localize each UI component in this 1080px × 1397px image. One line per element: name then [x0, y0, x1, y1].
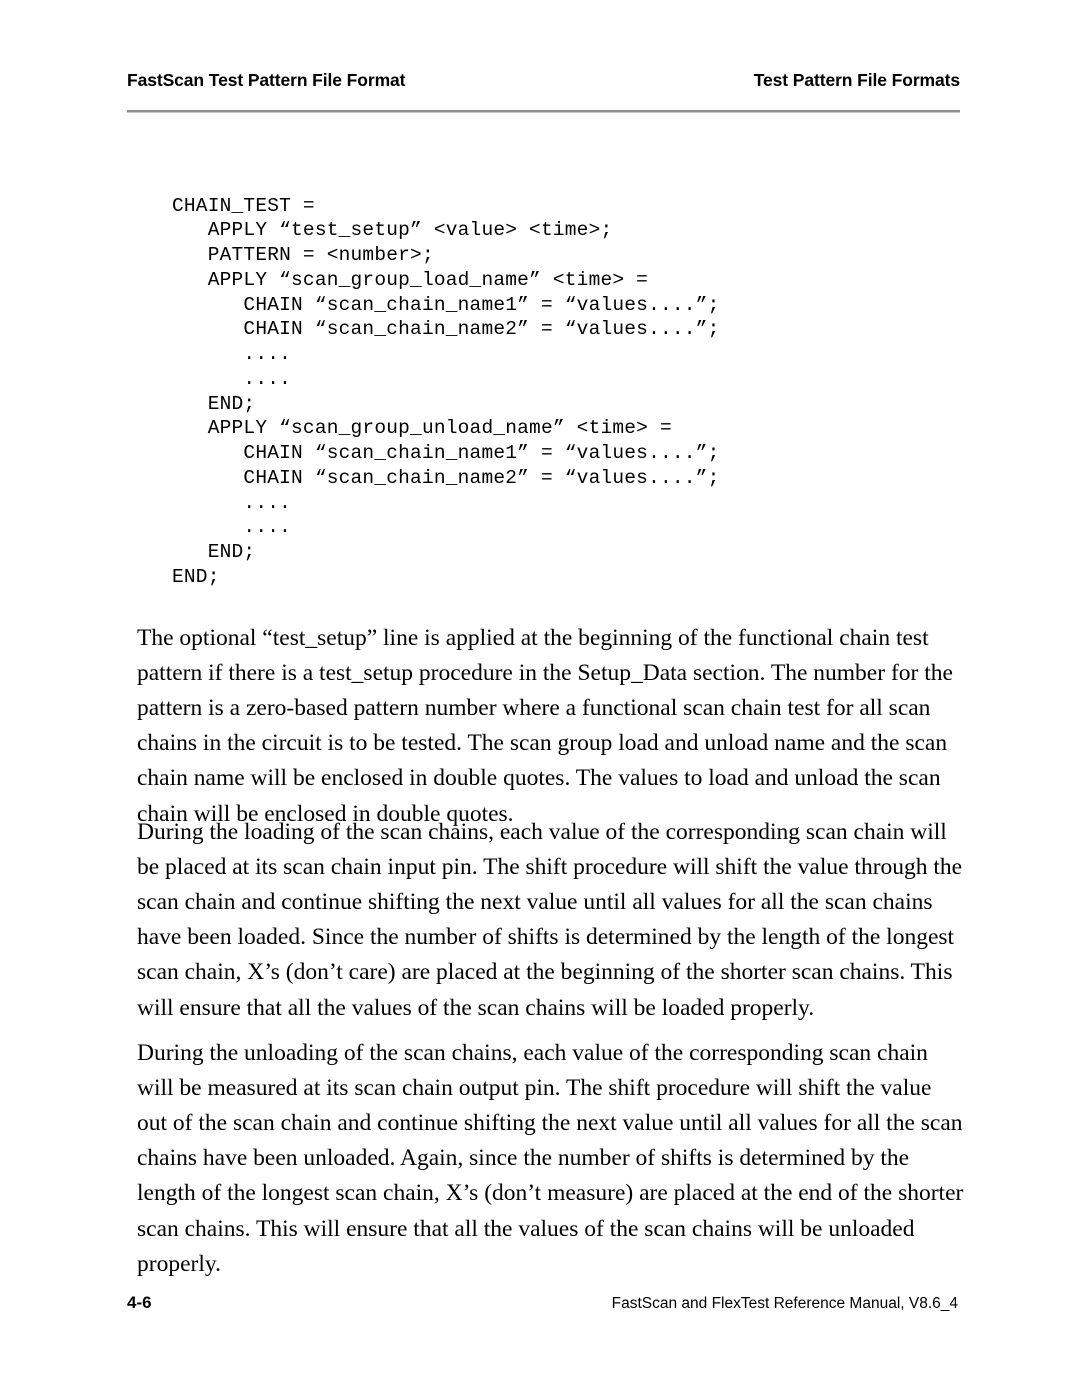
- body-paragraph-3: During the unloading of the scan chains,…: [137, 1039, 964, 1277]
- code-line: APPLY “test_setup” <value> <time>;: [172, 219, 613, 242]
- code-line: APPLY “scan_group_unload_name” <time> =: [172, 417, 672, 440]
- header-right-title: Test Pattern File Formats: [753, 70, 960, 90]
- running-footer: 4-6 FastScan and FlexTest Reference Manu…: [127, 1293, 960, 1313]
- body-paragraph-2: During the loading of the scan chains, e…: [137, 818, 963, 1021]
- code-line: CHAIN_TEST =: [172, 194, 315, 217]
- code-line: END;: [172, 565, 220, 588]
- code-block: CHAIN_TEST = APPLY “test_setup” <value> …: [172, 194, 720, 590]
- footer-page-number: 4-6: [127, 1293, 152, 1312]
- footer-manual-title: FastScan and FlexTest Reference Manual, …: [611, 1295, 958, 1312]
- code-line: CHAIN “scan_chain_name1” = “values....”;: [172, 293, 720, 316]
- running-header: FastScan Test Pattern File Format Test P…: [127, 70, 960, 91]
- document-page: FastScan Test Pattern File Format Test P…: [0, 0, 1080, 1397]
- code-line: ....: [172, 516, 292, 539]
- code-line: ....: [172, 491, 292, 514]
- code-line: END;: [172, 541, 256, 563]
- code-line: ....: [172, 343, 292, 365]
- body-paragraph-1: The optional “test_setup” line is applie…: [137, 624, 953, 827]
- code-line: CHAIN “scan_chain_name2” = “values....”;: [172, 318, 720, 341]
- code-line: PATTERN = <number>;: [172, 244, 434, 266]
- code-line: ....: [172, 367, 292, 390]
- code-line: END;: [172, 392, 256, 415]
- header-rule-divider: [127, 110, 960, 113]
- code-line: CHAIN “scan_chain_name2” = “values....”;: [172, 466, 720, 489]
- code-line: CHAIN “scan_chain_name1” = “values....”;: [172, 442, 720, 464]
- code-line: APPLY “scan_group_load_name” <time> =: [172, 268, 649, 291]
- header-left-title: FastScan Test Pattern File Format: [127, 70, 406, 90]
